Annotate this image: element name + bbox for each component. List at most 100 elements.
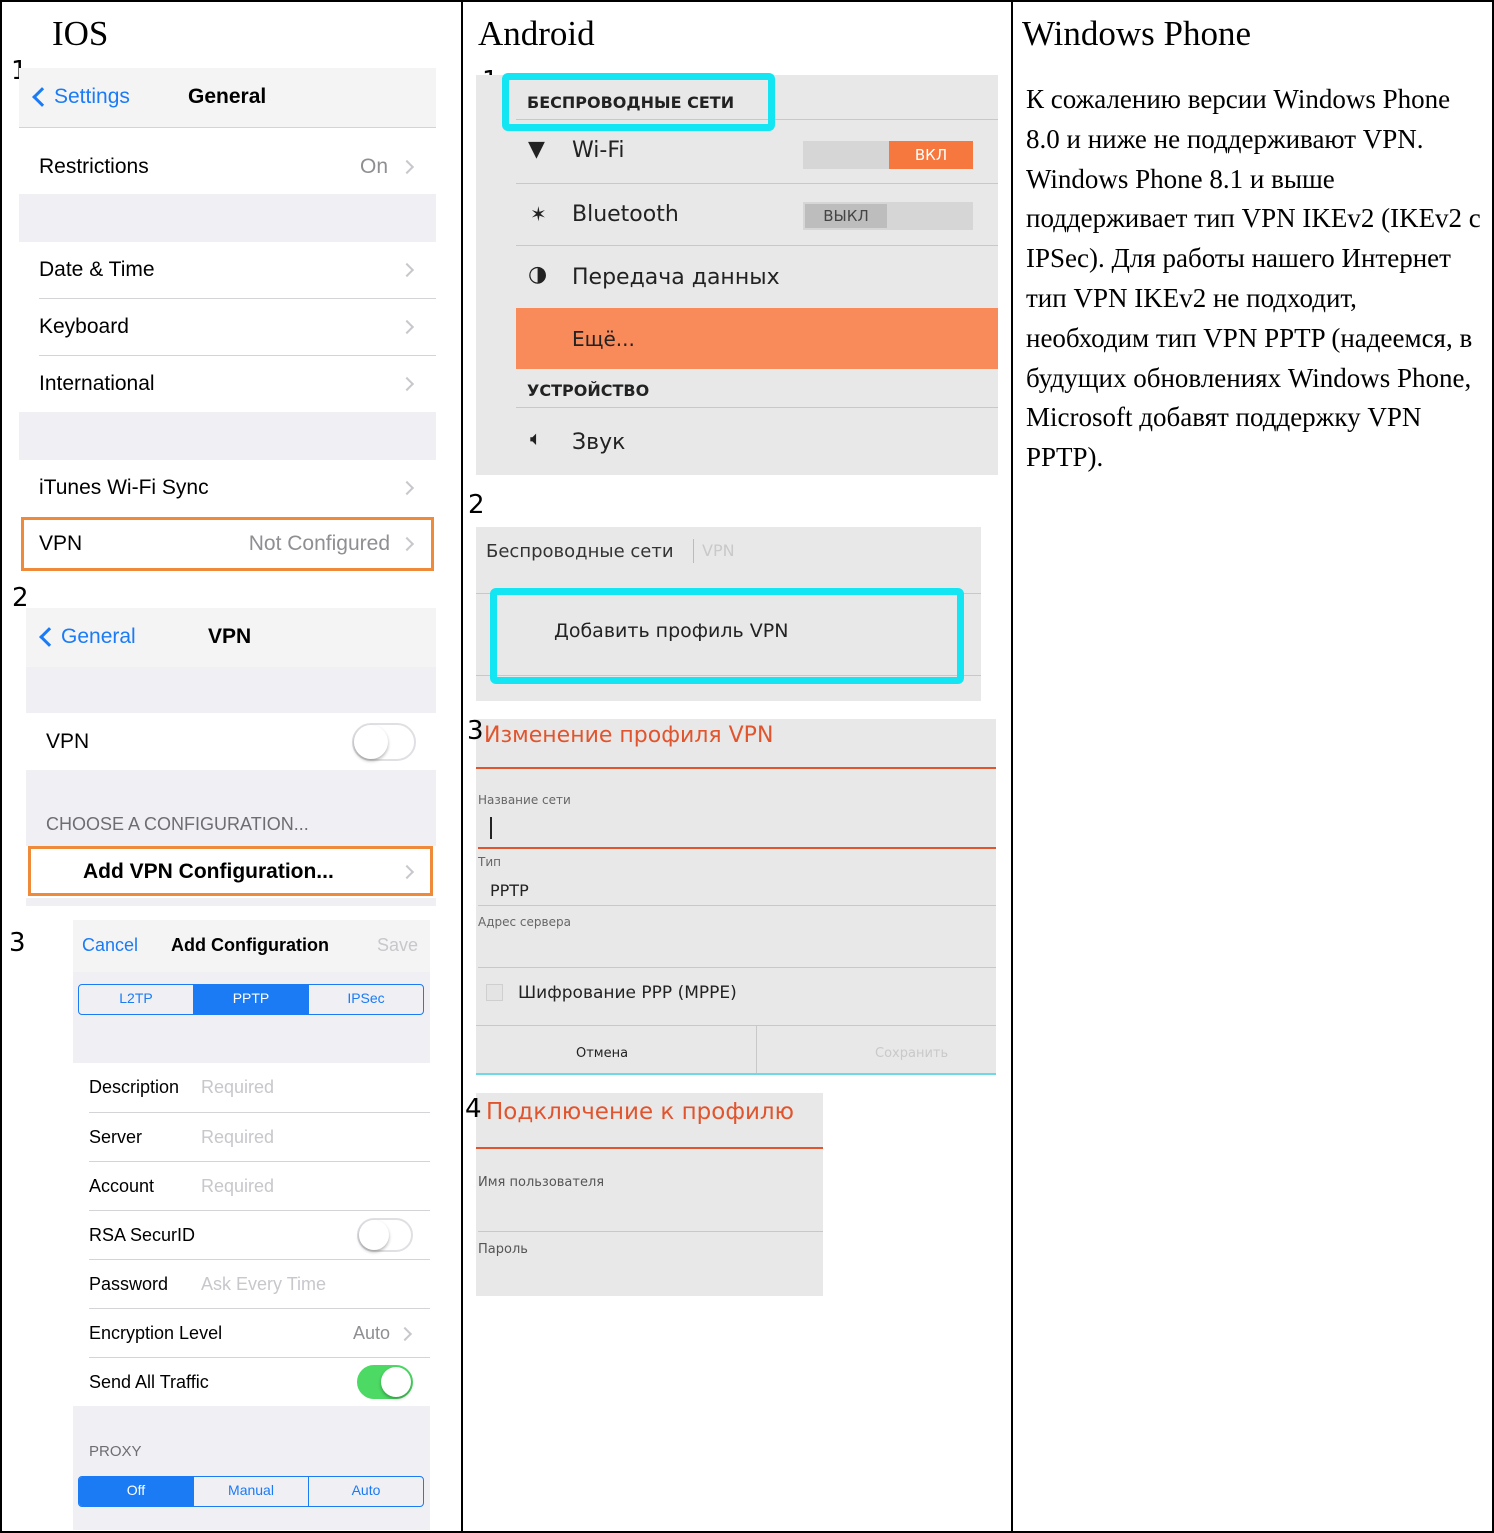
section-label: PROXY [89,1443,142,1460]
row-label: International [39,372,155,395]
field-placeholder: Required [201,1127,275,1147]
field-label: Имя пользователя [478,1175,605,1190]
section-gap [26,667,436,713]
segment-manual[interactable]: Manual [194,1477,309,1506]
select-value: PPTP [490,881,529,900]
button-label: Сохранить [875,1046,949,1061]
section-gap [19,412,436,460]
field-server[interactable]: Server Required [73,1113,430,1161]
field-rsa-securid: RSA SecurID [73,1211,430,1259]
row-data-usage[interactable]: ◑ Передача данных [516,246,998,307]
field-account[interactable]: Account Required [73,1162,430,1210]
row-label: Звук [572,430,626,455]
row-more[interactable]: Ещё... [516,308,998,369]
row-sound[interactable]: 🔈︎ Звук [516,408,998,472]
row-vpn-toggle: VPN [26,713,436,770]
step-number: 3 [467,716,484,746]
field-label: Send All Traffic [89,1372,209,1392]
input-underline [478,1231,823,1232]
windows-phone-note: К сожалению версии Windows Phone 8.0 и н… [1026,84,1481,473]
username-input[interactable] [478,1197,823,1233]
row-itunes-sync[interactable]: iTunes Wi-Fi Sync [19,460,436,516]
row-restrictions[interactable]: Restrictions On [19,140,436,194]
toggle-knob [354,725,388,759]
dialog-title: Изменение профиля VPN [484,723,774,748]
segment-ipsec[interactable]: IPSec [309,985,423,1014]
cancel-button[interactable]: Cancel [82,935,138,956]
segment-pptp[interactable]: PPTP [194,985,309,1014]
send-all-traffic-toggle[interactable] [357,1365,413,1399]
vpn-type-segmented-control: L2TP PPTP IPSec [78,984,424,1015]
field-encryption-level[interactable]: Encryption Level Auto [73,1309,430,1357]
field-placeholder: Required [201,1176,275,1196]
row-label: Wi-Fi [572,138,625,163]
back-button[interactable]: Settings [54,85,130,109]
sound-icon: 🔈︎ [530,426,542,450]
chevron-right-icon [397,1326,413,1342]
segment-off[interactable]: Off [79,1477,194,1506]
back-button[interactable]: General [61,625,136,649]
row-label: Keyboard [39,315,129,338]
separator [478,905,996,906]
section-header: УСТРОЙСТВО [527,381,650,400]
segment-auto[interactable]: Auto [309,1477,423,1506]
save-button[interactable]: Сохранить [757,1026,996,1073]
nav-title: Add Configuration [171,935,329,955]
field-label: Server [89,1127,143,1147]
nav-title: VPN [208,625,252,648]
column-header-android: Android [478,14,595,53]
network-name-input[interactable] [478,815,996,849]
field-send-all-traffic: Send All Traffic [73,1358,430,1406]
nav-title: General [188,85,267,108]
separator [19,127,436,128]
mppe-checkbox[interactable] [486,984,503,1001]
field-label: Адрес сервера [478,915,571,929]
field-value: Auto [352,1323,390,1343]
chevron-right-icon [399,159,415,175]
vpn-toggle[interactable] [352,723,416,761]
text-cursor [490,817,492,839]
field-password[interactable]: Password Ask Every Time [73,1260,430,1308]
row-label: Ещё... [572,327,635,351]
bluetooth-toggle[interactable]: ВЫКЛ [803,202,973,230]
ios-nav-bar: Settings General [19,68,436,127]
title-underline [476,767,996,769]
row-keyboard[interactable]: Keyboard [19,299,436,355]
chevron-right-icon [399,319,415,335]
ios-nav-bar: Cancel Add Configuration Save [73,920,430,972]
vpn-type-select[interactable]: PPTP [478,871,996,905]
highlight-box [502,73,775,131]
checkbox-label: Шифрование PPP (MPPE) [518,983,737,1003]
server-address-input[interactable] [478,933,996,969]
rsa-toggle[interactable] [357,1218,413,1252]
back-chevron-icon [39,627,59,647]
field-description[interactable]: Description Required [73,1063,430,1112]
chevron-right-icon [399,480,415,496]
section-gap [19,194,436,242]
wifi-toggle[interactable]: ВКЛ [803,141,973,169]
step-number: 3 [9,928,26,958]
column-header-ios: IOS [52,14,109,53]
segment-l2tp[interactable]: L2TP [79,985,194,1014]
column-divider [461,0,463,1533]
field-label: RSA SecurID [89,1225,196,1245]
row-label: iTunes Wi-Fi Sync [39,476,209,499]
title-underline [476,1147,823,1149]
toggle-state: ВКЛ [889,141,973,169]
toggle-knob [359,1220,389,1250]
section-header: CHOOSE A CONFIGURATION... [26,770,436,846]
field-label: Description [89,1077,180,1097]
row-label: Date & Time [39,258,155,281]
cancel-button[interactable]: Отмена [476,1026,756,1073]
breadcrumb-current: VPN [702,541,735,560]
highlight-box [490,588,964,684]
row-label: Restrictions [39,155,149,178]
row-bluetooth[interactable]: ✶ Bluetooth ВЫКЛ [516,184,998,245]
row-date-time[interactable]: Date & Time [19,242,436,298]
row-label: Передача данных [572,265,780,290]
ios-nav-bar: General VPN [26,608,436,667]
data-usage-icon: ◑ [528,262,548,287]
save-button[interactable]: Save [377,935,418,956]
row-international[interactable]: International [19,356,436,412]
field-placeholder: Ask Every Time [201,1274,327,1294]
